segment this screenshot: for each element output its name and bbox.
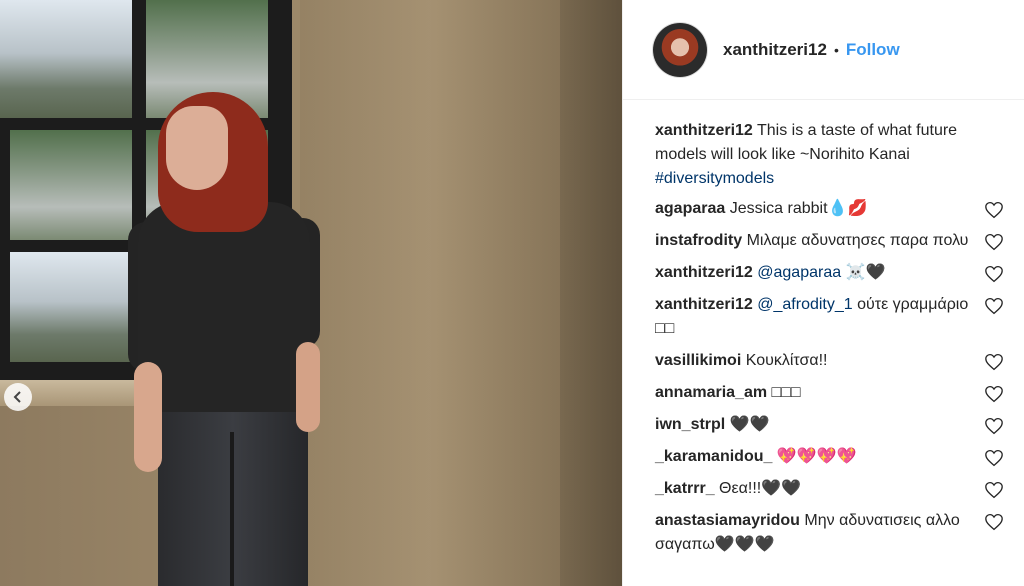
wall-corner	[560, 0, 622, 586]
right-hand	[296, 342, 320, 432]
heart-outline-icon[interactable]	[984, 233, 1004, 251]
carousel-prev-button[interactable]	[4, 383, 32, 411]
comment-username[interactable]: vasillikimoi	[655, 352, 741, 369]
post-header: xanthitzeri12 • Follow	[623, 0, 1024, 100]
comment-username[interactable]: _katrrr_	[655, 480, 715, 497]
header-username[interactable]: xanthitzeri12	[723, 40, 827, 60]
comment-text: 💖💖💖💖	[772, 448, 857, 465]
window-pane	[0, 0, 132, 118]
heart-outline-icon[interactable]	[984, 513, 1004, 531]
comment-item: xanthitzeri12 @agaparaa ☠️🖤	[655, 261, 1004, 285]
comment-username[interactable]: agaparaa	[655, 200, 725, 217]
hashtag-link[interactable]: #diversitymodels	[655, 170, 774, 187]
comment-username[interactable]: annamaria_am	[655, 384, 767, 401]
comment-list: xanthitzeri12 This is a taste of what fu…	[623, 100, 1024, 557]
caption: xanthitzeri12 This is a taste of what fu…	[655, 119, 1004, 191]
post-sidebar: xanthitzeri12 • Follow xanthitzeri12 Thi…	[622, 0, 1024, 586]
comment-username[interactable]: instafrodity	[655, 232, 742, 249]
comment-item: _karamanidou_ 💖💖💖💖	[655, 445, 1004, 469]
comment-username[interactable]: xanthitzeri12	[655, 264, 753, 281]
woman-figure	[128, 92, 348, 586]
comment-item: anastasiamayridou Μην αδυνατισεις αλλο σ…	[655, 509, 1004, 557]
comment-text: Κουκλίτσα!!	[741, 352, 828, 369]
heart-outline-icon[interactable]	[984, 385, 1004, 403]
left-hand	[134, 362, 162, 472]
heart-outline-icon[interactable]	[984, 481, 1004, 499]
comment-item: xanthitzeri12 @_afrodity_1 ούτε γραμμάρι…	[655, 293, 1004, 341]
comment-item: _katrrr_ Θεα!!!🖤🖤	[655, 477, 1004, 501]
comment-username[interactable]: anastasiamayridou	[655, 512, 800, 529]
comment-text: ☠️🖤	[841, 264, 886, 281]
comment-item: annamaria_am □□□	[655, 381, 1004, 405]
follow-button[interactable]: Follow	[846, 40, 900, 60]
avatar[interactable]	[653, 22, 707, 77]
heart-outline-icon[interactable]	[984, 265, 1004, 283]
comment-username[interactable]: xanthitzeri12	[655, 296, 753, 313]
heart-outline-icon[interactable]	[984, 353, 1004, 371]
heart-outline-icon[interactable]	[984, 297, 1004, 315]
separator-dot: •	[833, 41, 839, 58]
comment-username[interactable]: iwn_strpl	[655, 416, 725, 433]
mention-link[interactable]: @agaparaa	[753, 264, 841, 281]
comment-text: Jessica rabbit💧💋	[725, 200, 868, 217]
window-pane	[10, 252, 132, 362]
heart-outline-icon[interactable]	[984, 449, 1004, 467]
chevron-left-icon	[13, 391, 21, 403]
heart-outline-icon[interactable]	[984, 201, 1004, 219]
window-pane	[10, 130, 132, 240]
caption-username[interactable]: xanthitzeri12	[655, 122, 753, 139]
face	[166, 106, 228, 190]
post-photo	[0, 0, 622, 586]
comment-text: Θεα!!!🖤🖤	[714, 480, 802, 497]
comment-item: instafrodity Μιλαμε αδυνατησες παρα πολυ	[655, 229, 1004, 253]
comment-item: iwn_strpl 🖤🖤	[655, 413, 1004, 437]
comment-item: agaparaa Jessica rabbit💧💋	[655, 197, 1004, 221]
instagram-post: xanthitzeri12 • Follow xanthitzeri12 Thi…	[0, 0, 1024, 586]
jeans	[158, 392, 308, 586]
heart-outline-icon[interactable]	[984, 417, 1004, 435]
comment-text: 🖤🖤	[725, 416, 770, 433]
mention-link[interactable]: @_afrodity_1	[753, 296, 852, 313]
black-top	[138, 202, 310, 412]
comment-item: vasillikimoi Κουκλίτσα!!	[655, 349, 1004, 373]
comment-text: Μιλαμε αδυνατησες παρα πολυ	[742, 232, 969, 249]
comment-username[interactable]: _karamanidou_	[655, 448, 772, 465]
comment-text: □□□	[767, 384, 801, 401]
